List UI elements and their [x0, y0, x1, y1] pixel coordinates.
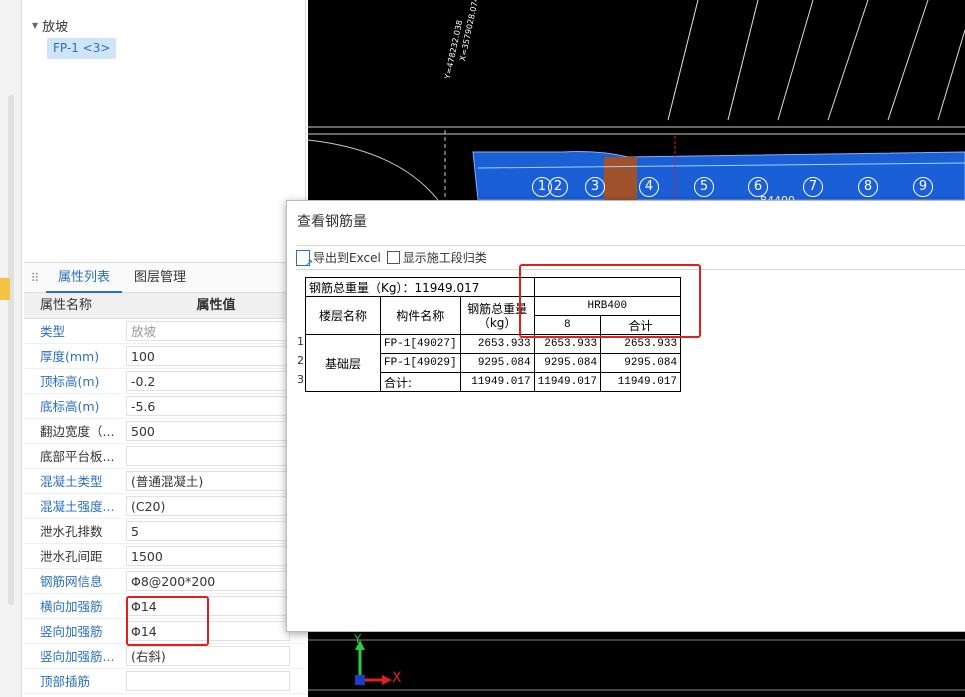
property-tabs: ⠿ 属性列表 图层管理: [24, 263, 306, 293]
property-value[interactable]: 1500: [126, 546, 290, 566]
d8-cell: 9295.084: [533, 353, 602, 373]
axis-number: 4: [639, 177, 659, 197]
property-name: 竖向加强筋: [40, 624, 103, 639]
property-name: 顶标高(m): [40, 374, 100, 389]
col-floor-header: 楼层名称: [305, 296, 381, 335]
property-name: 顶部插筋: [40, 674, 91, 689]
property-value[interactable]: Φ8@200*200: [126, 571, 290, 591]
weight-cell: 9295.084: [459, 353, 535, 373]
component-cell: 合计:: [380, 372, 461, 392]
axis-number: 2: [548, 177, 568, 197]
d8-cell: 11949.017: [533, 372, 602, 392]
show-stage-checkbox[interactable]: [386, 251, 400, 264]
property-row: 竖向加强筋... (右斜): [24, 644, 306, 669]
property-value[interactable]: 100: [126, 346, 290, 366]
property-row: 钢筋网信息 Φ8@200*200: [24, 569, 306, 594]
property-row: 翻边宽度（... 500: [24, 419, 306, 444]
weight-cell: 11949.017: [459, 372, 535, 392]
left-edge-strip: [0, 0, 22, 697]
property-value[interactable]: 5: [126, 521, 290, 541]
property-name: 混凝土类型: [40, 474, 103, 489]
component-cell: FP-1[49027]: [380, 334, 461, 354]
component-tree-panel: ▼ 放坡 FP-1 <3>: [24, 0, 306, 258]
property-name: 混凝土强度...: [40, 499, 115, 514]
property-value[interactable]: 放坡: [126, 321, 290, 341]
col-component-header: 构件名称: [380, 296, 461, 335]
tab-layer-management[interactable]: 图层管理: [122, 263, 198, 293]
property-value[interactable]: (C20): [126, 496, 290, 516]
property-row: 厚度(mm) 100: [24, 344, 306, 369]
row-index: 2: [297, 354, 304, 367]
highlight-box-reinforcement: [126, 596, 209, 646]
tree-item-fp1[interactable]: FP-1 <3>: [47, 38, 117, 59]
property-value[interactable]: [126, 671, 290, 691]
property-row: 底标高(m) -5.6: [24, 394, 306, 419]
property-name: 底标高(m): [40, 399, 100, 414]
property-value[interactable]: (普通混凝土): [126, 471, 290, 491]
property-row: 底部平台板...: [24, 444, 306, 469]
property-value[interactable]: -0.2: [126, 371, 290, 391]
property-value[interactable]: [126, 446, 290, 466]
property-name: 横向加强筋: [40, 599, 103, 614]
property-row: 类型 放坡: [24, 319, 306, 344]
property-name: 翻边宽度（...: [40, 424, 115, 439]
property-name: 泄水孔排数: [40, 524, 103, 539]
export-excel-label: 导出到Excel: [313, 251, 381, 265]
property-name: 钢筋网信息: [40, 574, 103, 589]
show-stage-label: 显示施工段归类: [402, 251, 487, 265]
row-index: 1: [297, 335, 304, 348]
property-name: 泄水孔间距: [40, 549, 103, 564]
tree-group-label: 放坡: [42, 20, 69, 35]
floor-name-cell: 基础层: [305, 334, 381, 392]
property-row: 顶标高(m) -0.2: [24, 369, 306, 394]
component-cell: FP-1[49029]: [380, 353, 461, 373]
axis-number: 8: [858, 177, 878, 197]
property-value[interactable]: 500: [126, 421, 290, 441]
drag-grip-icon[interactable]: ⠿: [24, 271, 46, 285]
export-excel-button[interactable]: 导出到Excel: [296, 249, 381, 269]
axis-x-label: X: [392, 670, 402, 686]
property-name: 底部平台板...: [40, 449, 115, 464]
subtotal-cell: 9295.084: [600, 353, 682, 373]
property-value[interactable]: (右斜): [126, 646, 290, 666]
property-name: 类型: [40, 324, 66, 339]
show-stage-checkbox-group[interactable]: 显示施工段归类: [386, 249, 487, 266]
axis-number: 7: [803, 177, 823, 197]
subtotal-cell: 11949.017: [600, 372, 682, 392]
property-row: 泄水孔排数 5: [24, 519, 306, 544]
row-index: 3: [297, 373, 304, 386]
property-row: 顶部插筋: [24, 669, 306, 694]
highlight-box-hrb400: [519, 264, 701, 338]
tab-property-list[interactable]: 属性列表: [46, 263, 123, 293]
property-name: 竖向加强筋...: [40, 649, 115, 664]
axis-number: 5: [694, 177, 714, 197]
export-icon: [296, 249, 313, 269]
left-scrollbar[interactable]: [8, 95, 14, 605]
axis-number: 3: [585, 177, 605, 197]
total-weight-cell: 钢筋总重量（Kg）：11949.017: [305, 277, 535, 297]
edge-tag: [0, 278, 10, 300]
property-value[interactable]: -5.6: [126, 396, 290, 416]
collapse-caret-icon[interactable]: ▼: [32, 21, 38, 30]
axis-y-label: Y: [354, 632, 362, 646]
property-name: 厚度(mm): [40, 349, 100, 364]
dialog-title: 查看钢筋量: [287, 201, 965, 239]
header-value: 属性值: [196, 298, 236, 313]
property-row: 混凝土强度... (C20): [24, 494, 306, 519]
property-row: 混凝土类型 (普通混凝土): [24, 469, 306, 494]
tree-group-row[interactable]: ▼ 放坡: [32, 16, 68, 35]
axis-number: 9: [913, 177, 933, 197]
header-name: 属性名称: [40, 298, 93, 313]
property-row: 泄水孔间距 1500: [24, 544, 306, 569]
property-table-header: 属性名称 属性值: [24, 293, 306, 319]
